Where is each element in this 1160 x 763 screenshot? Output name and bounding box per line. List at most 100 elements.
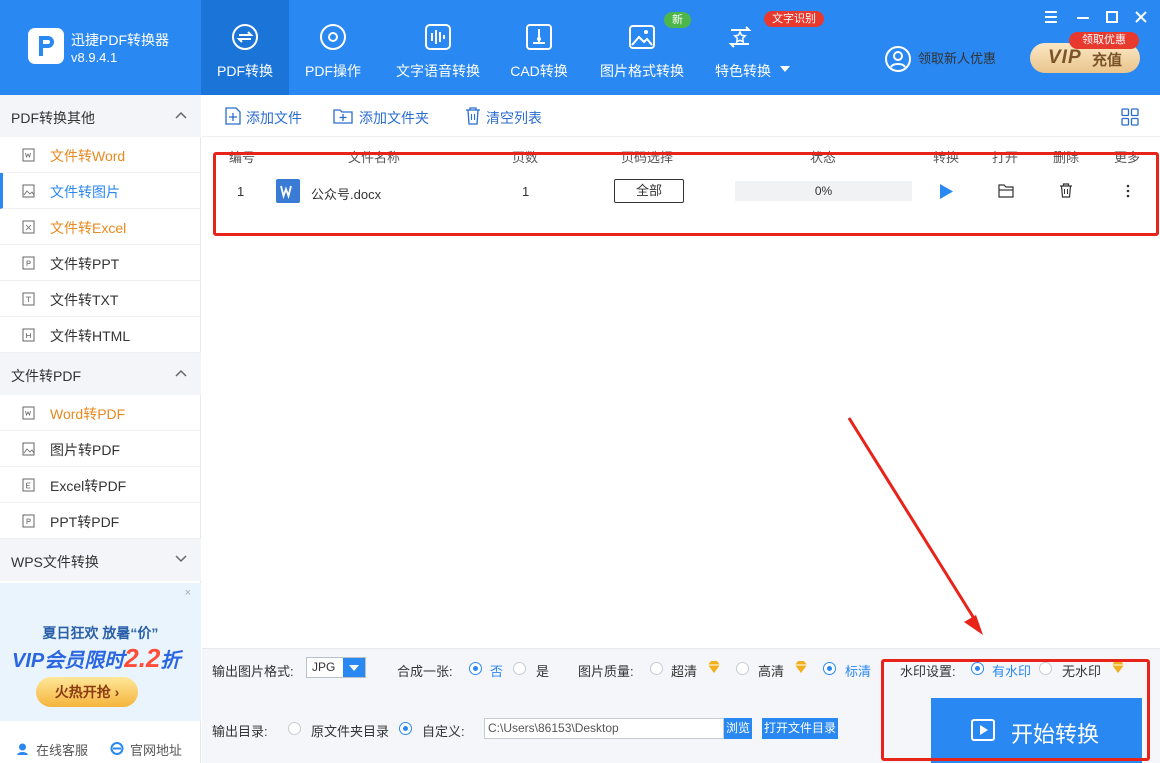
sidebar: PDF转换其他 文件转Word 文件转图片 文件转Excel 文件转PPT 文件… (0, 95, 201, 763)
image-icon (22, 442, 35, 456)
sidebar-section-file-to-pdf[interactable]: 文件转PDF (0, 353, 201, 395)
banner-line2-suffix: 折 (160, 650, 181, 672)
sidebar-section-pdf-other[interactable]: PDF转换其他 (0, 95, 201, 137)
sidebar-item-word-to-pdf[interactable]: Word转PDF (0, 395, 201, 431)
section-title: 文件转PDF (11, 368, 81, 384)
app-version: v8.9.4.1 (71, 50, 118, 65)
merge-label: 合成一张: (397, 664, 453, 679)
select-arrow (343, 658, 365, 677)
maximize-icon[interactable] (1103, 8, 1121, 26)
banner-close-icon[interactable]: × (185, 587, 191, 599)
sidebar-section-wps[interactable]: WPS文件转换 (0, 539, 201, 581)
sidebar-item-label: Word转PDF (50, 406, 126, 422)
output-original-radio[interactable] (288, 722, 301, 735)
file-toolbar: 添加文件 添加文件夹 清空列表 (202, 95, 1160, 137)
clear-list-button[interactable]: 清空列表 (465, 107, 555, 127)
tab-pdf-convert[interactable]: PDF转换 (201, 0, 289, 95)
clear-list-label: 清空列表 (486, 110, 542, 126)
excel-doc-icon (22, 220, 35, 234)
audio-wave-icon (425, 24, 451, 50)
quality-ultra-label: 超清 (671, 664, 698, 679)
banner-discount-number: 2.2 (124, 643, 161, 673)
tab-cad-convert[interactable]: CAD转换 (498, 0, 580, 95)
banner-line2-prefix: VIP会员限时 (12, 650, 125, 672)
output-path-input[interactable]: C:\Users\86153\Desktop (484, 718, 724, 739)
app-header: 迅捷PDF转换器 v8.9.4.1 PDF转换 PDF操作 文字语音转换 CAD… (0, 0, 1160, 95)
trash-icon (466, 107, 480, 125)
chevron-up-icon (175, 369, 187, 377)
sidebar-item-ppt-to-pdf[interactable]: PPT转PDF (0, 503, 201, 539)
ppt-doc-icon (22, 256, 35, 270)
browse-button[interactable]: 浏览 (724, 718, 752, 739)
section-title: WPS文件转换 (11, 554, 99, 570)
open-folder-button[interactable]: 打开文件目录 (762, 718, 838, 739)
vip-label: VIP (1048, 47, 1082, 68)
promo-label: 领取新人优惠 (918, 51, 997, 66)
banner-line2: VIP会员限时2.2折 (12, 643, 180, 674)
output-custom-radio[interactable] (399, 722, 412, 735)
menu-icon[interactable] (1042, 8, 1060, 26)
tab-pdf-operation[interactable]: PDF操作 (289, 0, 377, 95)
grid-view-icon[interactable] (1121, 108, 1139, 126)
image-icon (629, 25, 655, 49)
image-icon (22, 184, 35, 198)
ocr-badge: 文字识别 (764, 11, 824, 27)
quality-standard-radio[interactable] (823, 662, 836, 675)
online-service-label: 在线客服 (36, 743, 89, 758)
ppt-doc-icon (22, 514, 35, 528)
banner-line1: 夏日狂欢 放暑“价” (42, 625, 159, 641)
merge-yes-radio[interactable] (513, 662, 526, 675)
output-original-label: 原文件夹目录 (311, 724, 390, 739)
image-format-value: JPG (312, 660, 336, 674)
banner-grab-button[interactable]: 火热开抢 › (36, 677, 138, 707)
merge-no-label: 否 (490, 664, 504, 679)
quality-label: 图片质量: (578, 664, 634, 679)
sidebar-item-label: 文件转Excel (50, 220, 127, 236)
quality-standard-label: 标清 (845, 664, 872, 679)
sidebar-item-file-to-word[interactable]: 文件转Word (0, 137, 201, 173)
close-icon[interactable] (1132, 8, 1150, 26)
vip-discount-badge: 领取优惠 (1069, 32, 1139, 49)
quality-ultra-radio[interactable] (650, 662, 663, 675)
sidebar-item-file-to-image[interactable]: 文件转图片 (0, 173, 201, 209)
tab-label: 文字语音转换 (396, 63, 480, 79)
user-icon (885, 46, 911, 72)
app-logo-icon (28, 28, 64, 64)
sidebar-item-label: 文件转图片 (50, 184, 120, 200)
sidebar-item-file-to-txt[interactable]: 文件转TXT (0, 281, 201, 317)
quality-high-radio[interactable] (736, 662, 749, 675)
star-refresh-icon (728, 26, 752, 48)
pdf-convert-icon (232, 24, 258, 50)
image-format-label: 输出图片格式: (212, 664, 294, 679)
sidebar-item-label: Excel转PDF (50, 478, 127, 494)
document-icon (22, 148, 35, 162)
add-folder-label: 添加文件夹 (359, 110, 429, 126)
image-format-select[interactable]: JPG (306, 657, 366, 678)
sidebar-item-image-to-pdf[interactable]: 图片转PDF (0, 431, 201, 467)
add-folder-button[interactable]: 添加文件夹 (333, 107, 443, 127)
sidebar-item-excel-to-pdf[interactable]: Excel转PDF (0, 467, 201, 503)
add-file-label: 添加文件 (246, 110, 302, 126)
tab-text-speech[interactable]: 文字语音转换 (390, 0, 486, 95)
vip-diamond-icon (708, 661, 720, 673)
sidebar-item-file-to-ppt[interactable]: 文件转PPT (0, 245, 201, 281)
quality-high-label: 高清 (758, 664, 785, 679)
sidebar-item-label: 文件转PPT (50, 256, 120, 272)
txt-doc-icon (22, 292, 35, 306)
annotation-highlight-start (881, 659, 1150, 761)
html-doc-icon (22, 328, 35, 342)
output-dir-label: 输出目录: (212, 724, 268, 739)
app-name: 迅捷PDF转换器 (71, 32, 169, 48)
minimize-icon[interactable] (1074, 8, 1092, 26)
vip-diamond-icon (795, 661, 807, 673)
sidebar-item-label: 文件转TXT (50, 292, 119, 308)
sidebar-item-label: 文件转HTML (50, 328, 131, 344)
add-file-button[interactable]: 添加文件 (224, 107, 334, 127)
merge-no-radio[interactable] (469, 662, 482, 675)
promo-banner[interactable]: × 夏日狂欢 放暑“价” VIP会员限时2.2折 火热开抢 › (0, 583, 201, 721)
sidebar-item-file-to-excel[interactable]: 文件转Excel (0, 209, 201, 245)
merge-yes-label: 是 (536, 664, 550, 679)
new-user-promo[interactable]: 领取新人优惠 (884, 44, 1024, 74)
sidebar-item-file-to-html[interactable]: 文件转HTML (0, 317, 201, 353)
word-doc-icon (22, 406, 35, 420)
